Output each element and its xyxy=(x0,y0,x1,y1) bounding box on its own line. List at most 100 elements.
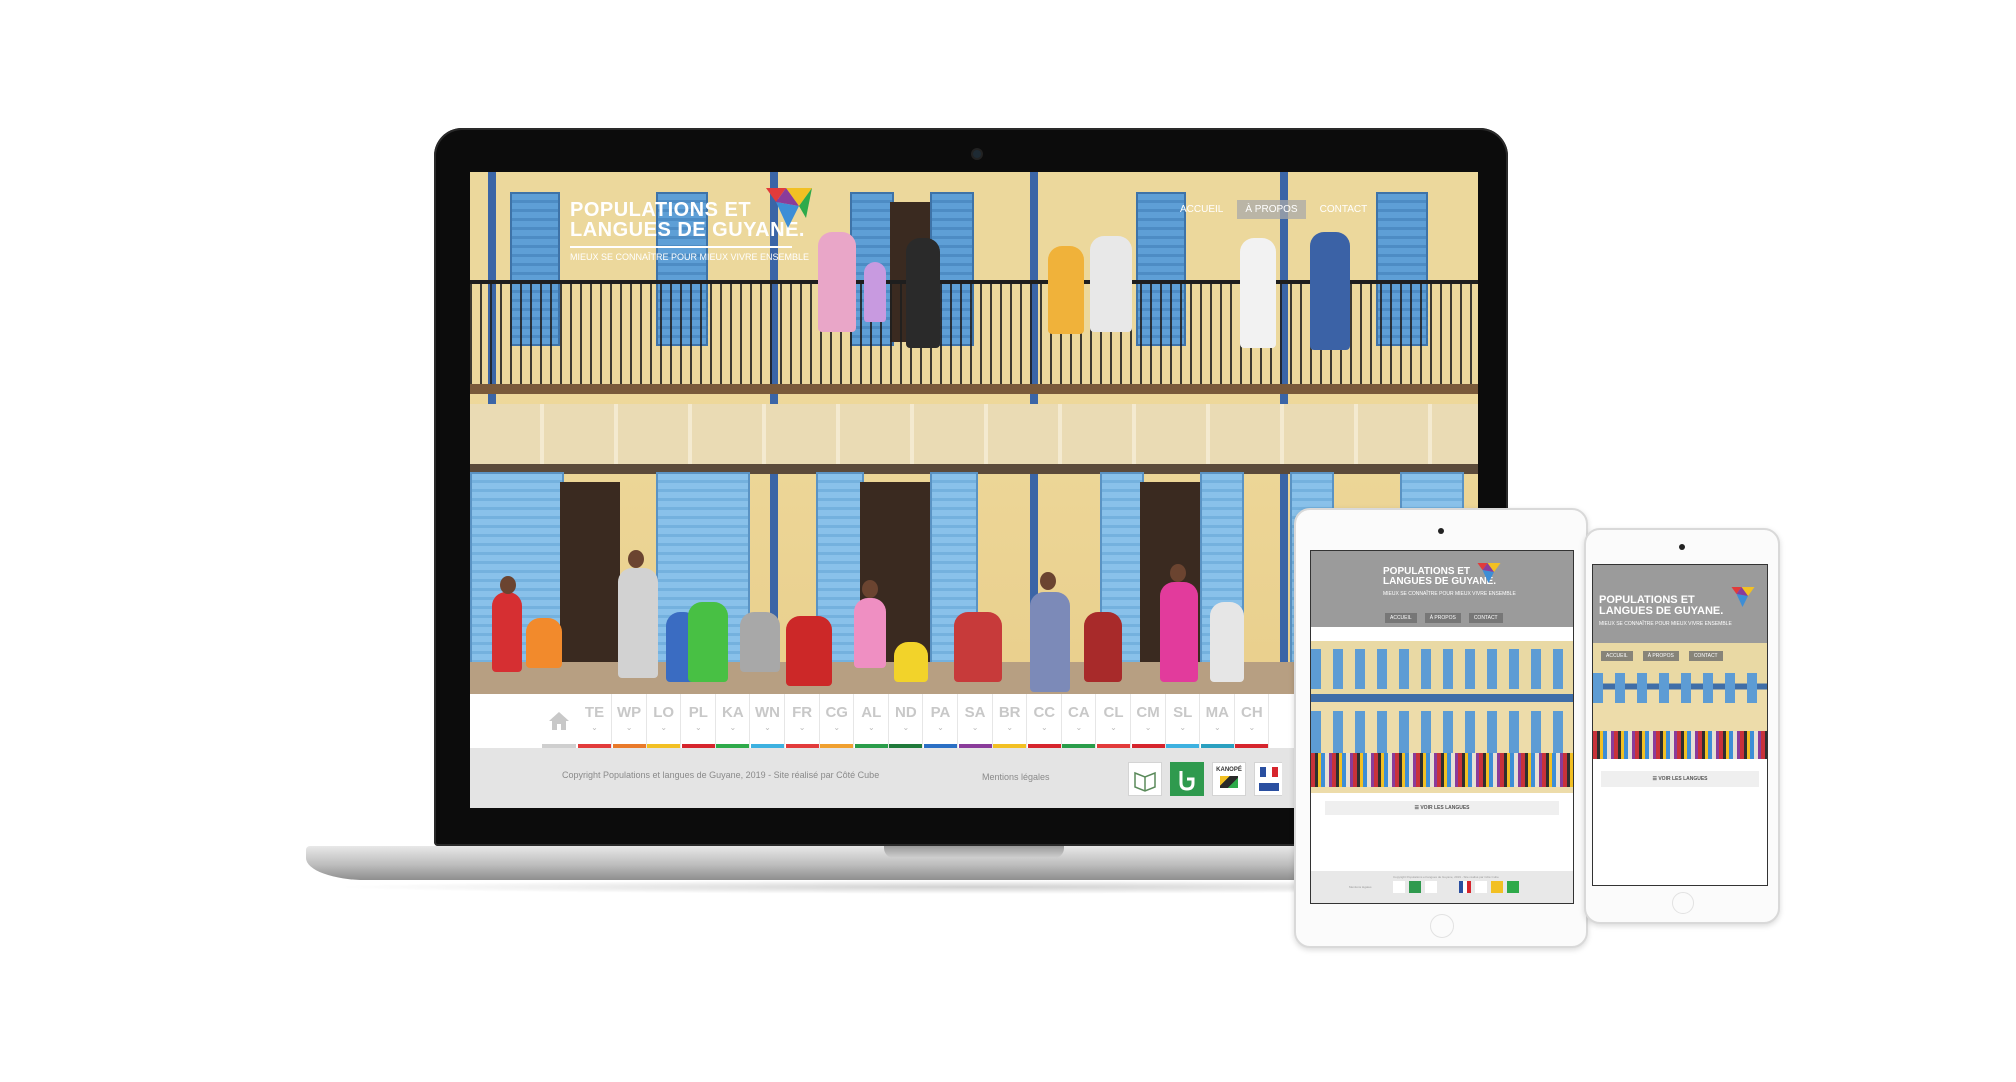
mobile-partner-logo[interactable] xyxy=(1409,881,1421,893)
mobile-nav: ACCUEIL À PROPOS CONTACT xyxy=(1385,613,1503,623)
mobile-hero-shutters xyxy=(1311,649,1573,689)
mobile-partner-logo[interactable] xyxy=(1425,881,1437,893)
mobile-nav-accueil[interactable]: ACCUEIL xyxy=(1385,613,1417,623)
language-tab-fr[interactable]: FR ⌄ xyxy=(785,694,820,748)
tablet-front-screen: POPULATIONS ET LANGUES DE GUYANE. MIEUX … xyxy=(1310,550,1574,904)
chevron-down-icon: ⌄ xyxy=(1248,723,1256,732)
language-tab-sl[interactable]: SL ⌄ xyxy=(1166,694,1201,748)
hero-person xyxy=(854,598,886,668)
mobile-hero-photo: ACCUEIL À PROPOS CONTACT xyxy=(1593,643,1767,759)
language-tab-pl[interactable]: PL ⌄ xyxy=(681,694,716,748)
mobile-header: POPULATIONS ET LANGUES DE GUYANE. MIEUX … xyxy=(1593,565,1767,643)
mobile-hero-crowd xyxy=(1593,731,1767,759)
language-tab-ch[interactable]: CH ⌄ xyxy=(1235,694,1270,748)
language-tab-cg[interactable]: CG ⌄ xyxy=(820,694,855,748)
hero-person xyxy=(894,642,928,682)
mobile-partner-logo[interactable] xyxy=(1475,881,1487,893)
voir-les-langues-button[interactable]: ☰ VOIR LES LANGUES xyxy=(1325,801,1559,815)
chevron-down-icon: ⌄ xyxy=(694,723,702,732)
language-tab-cm[interactable]: CM ⌄ xyxy=(1131,694,1166,748)
kanope-text: KANOPÉ xyxy=(1216,767,1242,773)
hero-person xyxy=(1090,236,1132,332)
mobile-nav-a-propos[interactable]: À PROPOS xyxy=(1642,651,1679,661)
tablet-camera xyxy=(1679,544,1685,550)
language-tab-al[interactable]: AL ⌄ xyxy=(854,694,889,748)
mobile-nav-contact[interactable]: CONTACT xyxy=(1468,613,1503,623)
hero-person xyxy=(618,568,658,678)
hero-person xyxy=(688,602,728,682)
colorful-triangles-icon xyxy=(1731,587,1755,607)
mobile-footer: Copyright Populations et langues de Guya… xyxy=(1311,871,1573,903)
language-tab-nd[interactable]: ND ⌄ xyxy=(889,694,924,748)
mobile-partner-logo[interactable] xyxy=(1507,881,1519,893)
chevron-down-icon: ⌄ xyxy=(660,723,668,732)
language-code: SL xyxy=(1173,704,1193,721)
mobile-nav-contact[interactable]: CONTACT xyxy=(1688,651,1723,661)
language-code: LO xyxy=(653,704,675,721)
chevron-down-icon: ⌄ xyxy=(764,723,771,732)
nav-contact[interactable]: CONTACT xyxy=(1312,200,1376,219)
hero-head xyxy=(1040,572,1056,590)
mobile-nav-accueil[interactable]: ACCUEIL xyxy=(1601,651,1633,661)
chevron-down-icon: ⌄ xyxy=(1110,723,1117,732)
site-logo[interactable]: POPULATIONS ET LANGUES DE GUYANE. MIEUX … xyxy=(570,188,812,262)
home-tab[interactable] xyxy=(542,694,576,748)
tablet-home-button xyxy=(1430,914,1454,938)
language-tab-lo[interactable]: LO ⌄ xyxy=(647,694,682,748)
chevron-down-icon: ⌄ xyxy=(1006,723,1014,732)
hero-person xyxy=(1030,592,1070,692)
laptop-camera xyxy=(973,150,981,158)
chevron-down-icon: ⌄ xyxy=(798,723,806,732)
language-code: CG xyxy=(825,704,848,721)
language-code: PL xyxy=(688,704,708,721)
voir-les-langues-button[interactable]: ☰ VOIR LES LANGUES xyxy=(1601,771,1759,787)
language-tab-ka[interactable]: KA ⌄ xyxy=(716,694,751,748)
language-tab-te[interactable]: TE ⌄ xyxy=(578,694,612,748)
footer-mentions-link[interactable]: Mentions légales xyxy=(982,772,1050,782)
chevron-down-icon: ⌄ xyxy=(902,723,910,732)
language-tab-wp[interactable]: WP ⌄ xyxy=(612,694,647,748)
mobile-partner-logo[interactable] xyxy=(1459,881,1471,893)
language-tab-ma[interactable]: MA ⌄ xyxy=(1200,694,1235,748)
partner-logo-kanope[interactable]: KANOPÉ xyxy=(1212,762,1246,796)
mobile-site-title: POPULATIONS ET LANGUES DE GUYANE. xyxy=(1599,594,1724,617)
mobile-partner-logo[interactable] xyxy=(1393,881,1405,893)
chevron-down-icon: ⌄ xyxy=(729,723,737,732)
language-tab-ca[interactable]: CA ⌄ xyxy=(1062,694,1097,748)
hero-lattice xyxy=(470,404,1478,464)
partner-logo-guyane[interactable] xyxy=(1170,762,1204,796)
nav-accueil[interactable]: ACCUEIL xyxy=(1172,200,1231,219)
language-tab-cc[interactable]: CC ⌄ xyxy=(1027,694,1062,748)
chevron-down-icon: ⌄ xyxy=(867,723,875,732)
partner-logo-republique[interactable] xyxy=(1254,762,1282,796)
hero-person xyxy=(1210,602,1244,682)
mobile-partner-logo[interactable] xyxy=(1491,881,1503,893)
chevron-down-icon: ⌄ xyxy=(591,723,598,732)
language-tab-pa[interactable]: PA ⌄ xyxy=(924,694,958,748)
chevron-down-icon: ⌄ xyxy=(937,723,944,732)
language-code: KA xyxy=(722,704,744,721)
hero-person xyxy=(906,238,940,348)
language-code: WP xyxy=(617,704,642,721)
ministry-band-icon xyxy=(1258,783,1279,791)
mobile-footer-mentions[interactable]: Mentions légales xyxy=(1349,885,1372,889)
open-book-icon xyxy=(1134,771,1156,792)
partner-logo-book[interactable] xyxy=(1128,762,1162,796)
nav-a-propos[interactable]: À PROPOS xyxy=(1237,200,1306,219)
mobile-nav: ACCUEIL À PROPOS CONTACT xyxy=(1601,651,1723,661)
language-tab-cl[interactable]: CL ⌄ xyxy=(1097,694,1131,748)
language-tab-sa[interactable]: SA ⌄ xyxy=(958,694,993,748)
mobile-nav-a-propos[interactable]: À PROPOS xyxy=(1424,613,1461,623)
hero-head xyxy=(1170,564,1186,582)
language-tab-br[interactable]: BR ⌄ xyxy=(993,694,1028,748)
language-code: CC xyxy=(1033,704,1056,721)
tablet-camera xyxy=(1438,528,1444,534)
language-code: CM xyxy=(1136,704,1160,721)
hero-person xyxy=(1310,232,1350,350)
hero-head xyxy=(628,550,644,568)
hero-person xyxy=(864,262,886,322)
language-code: MA xyxy=(1205,704,1229,721)
language-code: WN xyxy=(755,704,780,721)
language-tab-wn[interactable]: WN ⌄ xyxy=(751,694,785,748)
tablet-home-button xyxy=(1672,892,1694,914)
